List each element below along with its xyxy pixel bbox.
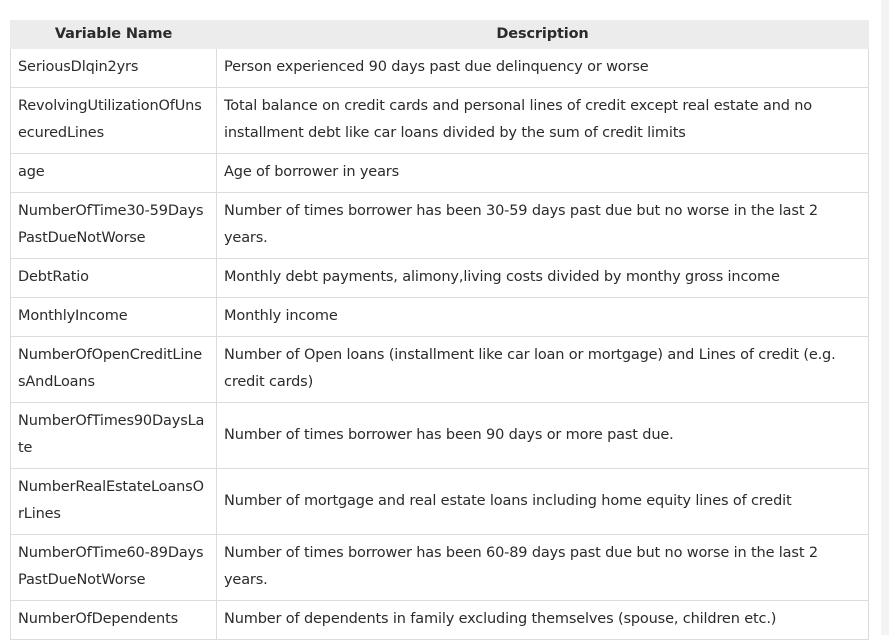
description-cell: Age of borrower in years [216, 153, 869, 193]
description-cell: Number of dependents in family excluding… [216, 600, 869, 640]
variable-name-cell: SeriousDlqin2yrs [10, 48, 217, 88]
column-header-description: Description [216, 20, 869, 49]
variables-table: Variable Name Description SeriousDlqin2y… [10, 20, 869, 640]
table-row: NumberOfTime60-89DaysPastDueNotWorse Num… [10, 534, 869, 601]
column-header-variable-name: Variable Name [10, 20, 217, 49]
description-cell: Number of times borrower has been 90 day… [216, 402, 869, 469]
variable-name-cell: NumberOfTime60-89DaysPastDueNotWorse [10, 534, 217, 601]
table-row: NumberOfTimes90DaysLate Number of times … [10, 402, 869, 469]
table-row: DebtRatio Monthly debt payments, alimony… [10, 258, 869, 298]
table-row: NumberOfOpenCreditLinesAndLoans Number o… [10, 336, 869, 403]
description-cell: Number of mortgage and real estate loans… [216, 468, 869, 535]
variable-name-cell: NumberOfOpenCreditLinesAndLoans [10, 336, 217, 403]
table-row: NumberOfDependents Number of dependents … [10, 600, 869, 640]
description-cell: Person experienced 90 days past due deli… [216, 48, 869, 88]
variable-name-cell: DebtRatio [10, 258, 217, 298]
description-cell: Monthly income [216, 297, 869, 337]
table-row: MonthlyIncome Monthly income [10, 297, 869, 337]
table-header-row: Variable Name Description [10, 20, 869, 49]
description-cell: Number of Open loans (installment like c… [216, 336, 869, 403]
table-row: SeriousDlqin2yrs Person experienced 90 d… [10, 48, 869, 88]
description-cell: Number of times borrower has been 60-89 … [216, 534, 869, 601]
table-row: NumberRealEstateLoansOrLines Number of m… [10, 468, 869, 535]
table-row: age Age of borrower in years [10, 153, 869, 193]
variable-name-cell: NumberOfDependents [10, 600, 217, 640]
variable-name-cell: NumberRealEstateLoansOrLines [10, 468, 217, 535]
variable-name-cell: NumberOfTime30-59DaysPastDueNotWorse [10, 192, 217, 259]
description-cell: Total balance on credit cards and person… [216, 87, 869, 154]
variable-name-cell: NumberOfTimes90DaysLate [10, 402, 217, 469]
description-cell: Number of times borrower has been 30-59 … [216, 192, 869, 259]
scrollbar-track[interactable] [881, 0, 889, 635]
variable-name-cell: RevolvingUtilizationOfUnsecuredLines [10, 87, 217, 154]
table-row: NumberOfTime30-59DaysPastDueNotWorse Num… [10, 192, 869, 259]
variable-name-cell: age [10, 153, 217, 193]
variable-name-cell: MonthlyIncome [10, 297, 217, 337]
description-cell: Monthly debt payments, alimony,living co… [216, 258, 869, 298]
table-row: RevolvingUtilizationOfUnsecuredLines Tot… [10, 87, 869, 154]
